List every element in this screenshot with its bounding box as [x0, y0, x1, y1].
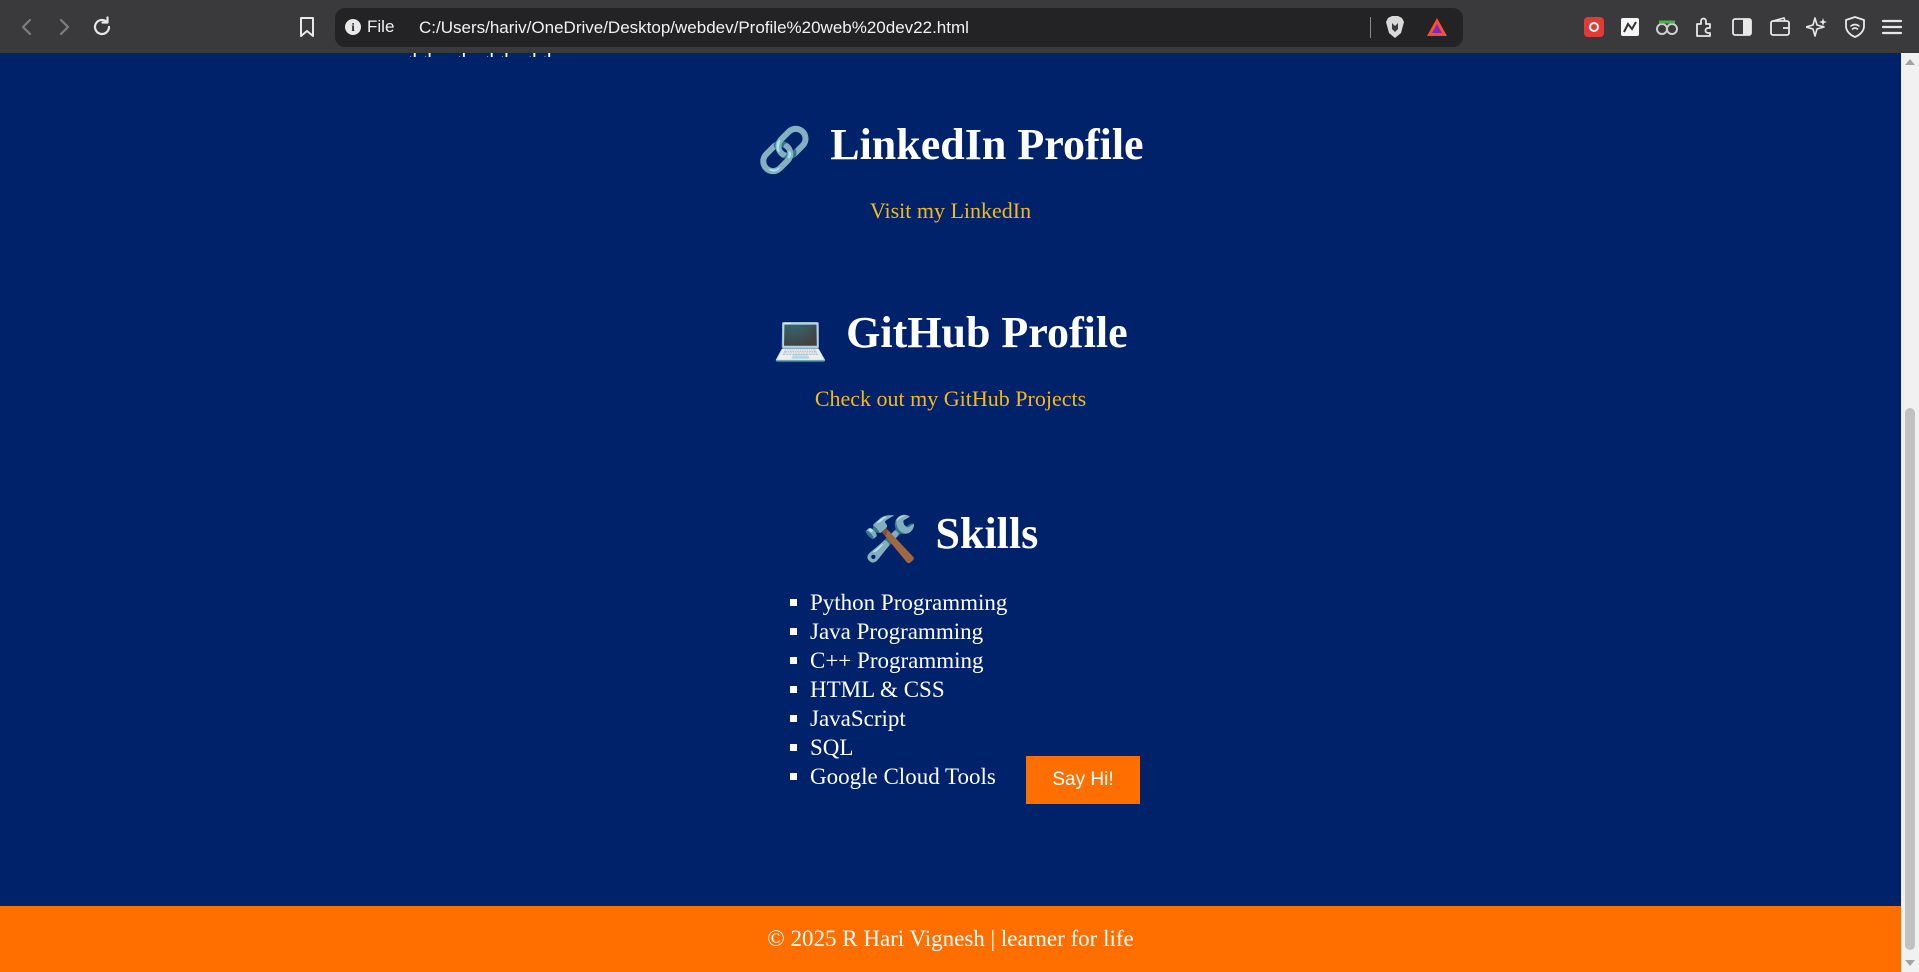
skill-label: Google Cloud Tools: [810, 764, 996, 789]
extension-icon[interactable]: [1692, 15, 1716, 39]
bullet: [790, 599, 797, 606]
list-item: Google Cloud Tools: [790, 762, 1007, 791]
say-hi-button[interactable]: Say Hi!: [1026, 756, 1140, 804]
leo-ai-icon[interactable]: [1805, 15, 1829, 39]
skill-label: Java Programming: [810, 619, 984, 644]
back-icon[interactable]: [13, 13, 41, 41]
bullet: [790, 628, 797, 635]
site-info-button[interactable]: i File: [345, 17, 394, 37]
list-item: HTML & CSS: [790, 675, 1007, 704]
skill-label: HTML & CSS: [810, 677, 945, 702]
extension-icon[interactable]: [1618, 15, 1642, 39]
tools-icon: 🛠️: [862, 515, 918, 564]
github-heading-text: GitHub Profile: [846, 308, 1128, 357]
forward-icon[interactable]: [50, 13, 78, 41]
linkedin-heading-text: LinkedIn Profile: [830, 120, 1144, 169]
footer: © 2025 R Hari Vignesh | learner for life: [0, 906, 1901, 972]
link-icon: 🔗: [757, 126, 813, 175]
wallet-icon[interactable]: [1768, 15, 1792, 39]
bullet: [790, 715, 797, 722]
reload-icon[interactable]: [88, 13, 116, 41]
menu-icon[interactable]: [1880, 15, 1904, 39]
footer-text: © 2025 R Hari Vignesh | learner for life: [767, 926, 1134, 951]
page-content: ɹ̣ ɹ ̣ ̣ ̣ ɹ ̣̣ ̣ ɹ̣ ɹ ̣ ̣ ɹ̣ ɹ ̣ ̣ 🔗 Lin…: [0, 53, 1901, 972]
skills-heading-text: Skills: [935, 509, 1039, 558]
skills-heading: 🛠️ Skills: [0, 508, 1901, 565]
list-item: SQL: [790, 733, 1007, 762]
brave-rewards-icon[interactable]: [1425, 16, 1449, 43]
skill-label: Python Programming: [810, 590, 1008, 615]
linkedin-link[interactable]: Visit my LinkedIn: [0, 198, 1901, 224]
scroll-down-icon[interactable]: [1905, 960, 1915, 966]
clipped-text-line: ɹ̣ ɹ ̣ ̣ ̣ ɹ ̣̣ ̣ ɹ̣ ɹ ̣ ̣ ɹ̣ ɹ ̣ ̣: [410, 53, 1370, 57]
site-info-label: File: [367, 17, 395, 36]
bookmark-icon[interactable]: [293, 13, 321, 41]
extension-icon[interactable]: [1582, 15, 1606, 39]
scroll-thumb[interactable]: [1905, 408, 1915, 950]
vpn-icon[interactable]: [1843, 15, 1867, 39]
skill-label: SQL: [810, 735, 854, 760]
extension-icon[interactable]: [1655, 15, 1679, 39]
scroll-up-icon[interactable]: [1905, 59, 1915, 65]
url-text[interactable]: C:/Users/hariv/OneDrive/Desktop/webdev/P…: [419, 18, 969, 38]
bullet: [790, 657, 797, 664]
github-heading: 💻 GitHub Profile: [0, 307, 1901, 364]
list-item: JavaScript: [790, 704, 1007, 733]
browser-toolbar: i File C:/Users/hariv/OneDrive/Desktop/w…: [0, 0, 1919, 53]
sidebar-icon[interactable]: [1730, 15, 1754, 39]
list-item: C++ Programming: [790, 646, 1007, 675]
laptop-icon: 💻: [773, 314, 829, 363]
bullet: [790, 773, 797, 780]
skill-label: C++ Programming: [810, 648, 984, 673]
address-divider: [1370, 17, 1371, 38]
list-item: Python Programming: [790, 588, 1008, 617]
vertical-scrollbar[interactable]: [1901, 53, 1919, 972]
address-bar[interactable]: i File C:/Users/hariv/OneDrive/Desktop/w…: [335, 8, 1463, 47]
skill-label: JavaScript: [810, 706, 906, 731]
brave-shields-icon[interactable]: [1385, 15, 1405, 44]
list-item: Java Programming: [790, 617, 1007, 646]
bullet: [790, 686, 797, 693]
bullet: [790, 744, 797, 751]
site-info-icon: i: [345, 19, 361, 35]
github-link[interactable]: Check out my GitHub Projects: [0, 386, 1901, 412]
skills-list: Python Programming Java Programming C++ …: [790, 588, 1008, 791]
linkedin-heading: 🔗 LinkedIn Profile: [0, 119, 1901, 176]
